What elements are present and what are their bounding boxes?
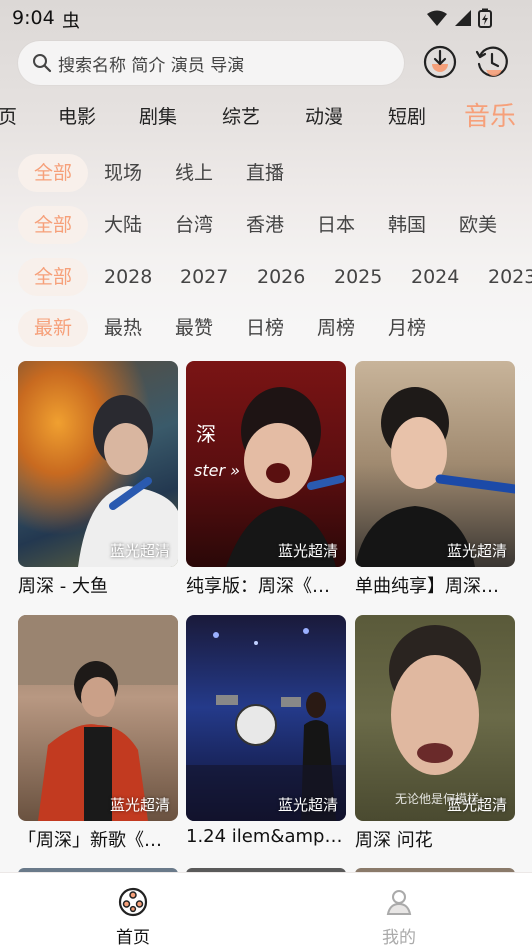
filter-row-region: 全部 大陆 台湾 香港 日本 韩国 欧美 bbox=[0, 206, 532, 244]
nav-home[interactable]: 首页 bbox=[73, 873, 193, 946]
app-notification-icon: 虫 bbox=[62, 11, 80, 32]
quality-badge: 蓝光超清 bbox=[109, 796, 170, 814]
chip-year-all[interactable]: 全部 bbox=[18, 258, 88, 296]
singer-silhouette bbox=[18, 615, 178, 821]
chip-region-hongkong[interactable]: 香港 bbox=[246, 206, 284, 244]
video-thumbnail[interactable]: 蓝光超清 bbox=[186, 615, 346, 821]
video-title: 「周深」新歌《… bbox=[18, 830, 162, 851]
video-card[interactable]: 无论他是何模样 蓝光超清 周深 问花 bbox=[355, 615, 515, 852]
video-title: 纯享版：周深《… bbox=[186, 576, 330, 597]
video-card[interactable]: 蓝光超清 1.24 ilem&amp;a… bbox=[186, 615, 346, 847]
filter-row-type: 全部 现场 线上 直播 bbox=[0, 154, 532, 192]
video-thumbnail[interactable]: 无论他是何模样 蓝光超清 bbox=[355, 615, 515, 821]
tab-short-drama[interactable]: 短剧 bbox=[388, 102, 426, 129]
chip-sort-liked[interactable]: 最赞 bbox=[175, 309, 213, 347]
quality-badge: 蓝光超清 bbox=[277, 796, 338, 814]
tab-variety[interactable]: 综艺 bbox=[222, 102, 260, 129]
chip-sort-daily[interactable]: 日榜 bbox=[246, 309, 284, 347]
chip-region-all[interactable]: 全部 bbox=[18, 206, 88, 244]
status-icons bbox=[426, 8, 492, 28]
filter-row-sort: 最新 最热 最赞 日榜 周榜 月榜 bbox=[0, 309, 532, 347]
video-thumbnail[interactable]: ster » 深 蓝光超清 bbox=[186, 361, 346, 567]
chip-year-2024[interactable]: 2024 bbox=[411, 258, 459, 296]
filter-row-year: 全部 2028 2027 2026 2025 2024 2023 bbox=[0, 258, 532, 296]
singer-silhouette: ster » 深 bbox=[194, 387, 345, 567]
singer-silhouette bbox=[78, 395, 178, 567]
download-icon[interactable] bbox=[422, 44, 458, 80]
nav-mine[interactable]: 我的 bbox=[339, 873, 459, 946]
chip-sort-latest[interactable]: 最新 bbox=[18, 309, 88, 347]
video-card[interactable]: 蓝光超清 「周深」新歌《… bbox=[18, 615, 178, 852]
search-placeholder: 搜索名称 简介 演员 导演 bbox=[58, 55, 245, 76]
quality-badge: 蓝光超清 bbox=[446, 796, 507, 814]
chip-type-live[interactable]: 现场 bbox=[104, 154, 142, 192]
chip-sort-monthly[interactable]: 月榜 bbox=[388, 309, 426, 347]
profile-icon bbox=[386, 890, 412, 915]
tab-series[interactable]: 剧集 bbox=[139, 102, 177, 129]
chip-sort-hot[interactable]: 最热 bbox=[104, 309, 142, 347]
video-title: 1.24 ilem&amp;a… bbox=[186, 826, 346, 847]
quality-badge: 蓝光超清 bbox=[109, 542, 170, 560]
tab-movie[interactable]: 电影 bbox=[58, 102, 96, 129]
video-card[interactable]: 蓝光超清 单曲纯享】周深… bbox=[355, 361, 515, 598]
nav-home-label: 首页 bbox=[116, 928, 150, 946]
search-icon bbox=[33, 54, 52, 73]
nav-mine-label: 我的 bbox=[382, 928, 416, 946]
bottom-nav: 首页 我的 bbox=[0, 872, 532, 946]
quality-badge: 蓝光超清 bbox=[446, 542, 507, 560]
history-icon[interactable] bbox=[474, 44, 510, 80]
tab-anime[interactable]: 动漫 bbox=[305, 102, 343, 129]
chip-region-mainland[interactable]: 大陆 bbox=[104, 206, 142, 244]
chip-type-stream[interactable]: 直播 bbox=[246, 154, 284, 192]
chip-year-2025[interactable]: 2025 bbox=[334, 258, 382, 296]
video-thumbnail[interactable]: 蓝光超清 bbox=[18, 361, 178, 567]
video-card[interactable]: 蓝光超清 周深 - 大鱼 bbox=[18, 361, 178, 598]
search-input[interactable]: 搜索名称 简介 演员 导演 bbox=[18, 41, 404, 85]
tab-music[interactable]: 音乐 bbox=[464, 96, 516, 133]
video-title: 单曲纯享】周深… bbox=[355, 576, 499, 597]
chip-type-all[interactable]: 全部 bbox=[18, 154, 88, 192]
wifi-icon bbox=[427, 10, 447, 26]
singer-silhouette: 无论他是何模样 bbox=[389, 625, 481, 806]
stage-scene bbox=[186, 628, 346, 821]
singer-silhouette bbox=[355, 387, 515, 567]
battery-icon bbox=[478, 8, 492, 28]
video-thumbnail[interactable]: 蓝光超清 bbox=[355, 361, 515, 567]
home-film-reel-icon bbox=[118, 887, 148, 917]
svg-text:ster »: ster » bbox=[194, 461, 240, 480]
chip-year-2027[interactable]: 2027 bbox=[180, 258, 228, 296]
category-tabs: 页 电影 剧集 综艺 动漫 短剧 音乐 bbox=[0, 96, 532, 134]
signal-icon bbox=[455, 10, 471, 26]
chip-region-japan[interactable]: 日本 bbox=[317, 206, 355, 244]
video-title: 周深 问花 bbox=[355, 830, 433, 851]
status-time: 9:04 bbox=[12, 7, 55, 29]
tab-home-partial[interactable]: 页 bbox=[0, 102, 17, 129]
chip-year-2026[interactable]: 2026 bbox=[257, 258, 305, 296]
chip-type-online[interactable]: 线上 bbox=[175, 154, 213, 192]
video-thumbnail[interactable]: 蓝光超清 bbox=[18, 615, 178, 821]
video-card[interactable]: ster » 深 蓝光超清 纯享版：周深《… bbox=[186, 361, 346, 598]
chip-region-taiwan[interactable]: 台湾 bbox=[175, 206, 213, 244]
chip-sort-weekly[interactable]: 周榜 bbox=[317, 309, 355, 347]
status-bar: 9:04 虫 bbox=[0, 0, 532, 36]
video-title: 周深 - 大鱼 bbox=[18, 576, 108, 597]
chip-year-2023[interactable]: 2023 bbox=[488, 258, 532, 296]
chip-year-2028[interactable]: 2028 bbox=[104, 258, 152, 296]
svg-text:深: 深 bbox=[196, 422, 216, 446]
quality-badge: 蓝光超清 bbox=[277, 542, 338, 560]
chip-region-west[interactable]: 欧美 bbox=[459, 206, 497, 244]
chip-region-korea[interactable]: 韩国 bbox=[388, 206, 426, 244]
